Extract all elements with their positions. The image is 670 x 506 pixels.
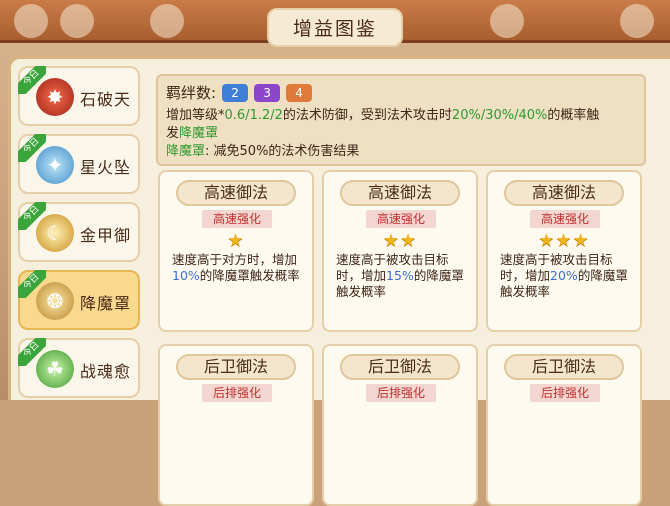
card-subtitle: 后排强化 xyxy=(202,384,272,402)
sidebar-item-label: 金甲御 xyxy=(80,226,132,245)
sidebar-item-shipotian[interactable]: 今日 ✸ 石破天 xyxy=(18,66,140,126)
sidebar-item-label: 降魔罩 xyxy=(80,294,132,313)
stone-burst-icon: ✸ xyxy=(36,78,74,116)
card-title: 高速御法 xyxy=(340,180,460,206)
skill-card[interactable]: 高速御法 高速强化 ★ 速度高于对方时，增加10%的降魔罩触发概率 xyxy=(158,170,314,332)
gold-armor-icon: ☾ xyxy=(36,214,74,252)
sidebar-item-xiangmozhao[interactable]: 今日 ❂ 降魔罩 xyxy=(18,270,140,330)
title-bar: 增益图鉴 xyxy=(0,0,670,52)
demon-shield-icon: ❂ xyxy=(36,282,74,320)
card-title: 后卫御法 xyxy=(176,354,296,380)
battle-soul-icon: ☘ xyxy=(36,350,74,388)
card-subtitle: 高速强化 xyxy=(366,210,436,228)
star-fire-icon: ✦ xyxy=(36,146,74,184)
skill-card[interactable]: 高速御法 高速强化 ★★ 速度高于被攻击目标时，增加15%的降魔罩触发概率 xyxy=(322,170,478,332)
bond-description-line2: 发降魔罩 xyxy=(166,126,219,141)
card-subtitle: 高速强化 xyxy=(530,210,600,228)
sidebar-item-label: 石破天 xyxy=(80,90,132,109)
skill-card[interactable]: 后卫御法 后排强化 xyxy=(486,344,642,506)
page-title: 增益图鉴 xyxy=(266,7,403,47)
card-title: 后卫御法 xyxy=(340,354,460,380)
bond-row: 羁绊数: 2 3 4 xyxy=(166,82,636,103)
card-subtitle: 后排强化 xyxy=(366,384,436,402)
card-title: 高速御法 xyxy=(504,180,624,206)
skill-card[interactable]: 高速御法 高速强化 ★★★ 速度高于被攻击目标时，增加20%的降魔罩触发概率 xyxy=(486,170,642,332)
sidebar-item-zhanhunyu[interactable]: 今日 ☘ 战魂愈 xyxy=(18,338,140,398)
bond-level-badge: 3 xyxy=(254,83,281,102)
star-icon: ★★ xyxy=(382,230,418,251)
bond-info-box: 羁绊数: 2 3 4 增加等级*0.6/1.2/2的法术防御，受到法术攻击时20… xyxy=(156,74,646,166)
sidebar-item-xinghuozhui[interactable]: 今日 ✦ 星火坠 xyxy=(18,134,140,194)
bond-label: 羁绊数: xyxy=(166,84,217,102)
card-title: 后卫御法 xyxy=(504,354,624,380)
star-icon: ★ xyxy=(227,230,245,251)
card-subtitle: 高速强化 xyxy=(202,210,272,228)
sidebar-item-label: 战魂愈 xyxy=(80,362,132,381)
star-icon: ★★★ xyxy=(538,230,590,251)
card-description: 速度高于对方时，增加10%的降魔罩触发概率 xyxy=(172,252,300,283)
skill-card[interactable]: 后卫御法 后排强化 xyxy=(322,344,478,506)
content-area: 羁绊数: 2 3 4 增加等级*0.6/1.2/2的法术防御，受到法术攻击时20… xyxy=(156,70,670,506)
bond-level-badge: 2 xyxy=(222,83,249,102)
card-title: 高速御法 xyxy=(176,180,296,206)
card-description: 速度高于被攻击目标时，增加20%的降魔罩触发概率 xyxy=(500,252,628,299)
card-description: 速度高于被攻击目标时，增加15%的降魔罩触发概率 xyxy=(336,252,464,299)
bond-level-badge: 4 xyxy=(286,83,313,102)
sidebar-item-label: 星火坠 xyxy=(80,158,132,177)
skill-card[interactable]: 后卫御法 后排强化 xyxy=(158,344,314,506)
bond-description-line1: 增加等级*0.6/1.2/2的法术防御，受到法术攻击时20%/30%/40%的概… xyxy=(166,108,600,123)
sidebar-item-jinjiayu[interactable]: 今日 ☾ 金甲御 xyxy=(18,202,140,262)
bond-description-line3: 降魔罩: 减免50%的法术伤害结果 xyxy=(166,144,360,159)
card-subtitle: 后排强化 xyxy=(530,384,600,402)
